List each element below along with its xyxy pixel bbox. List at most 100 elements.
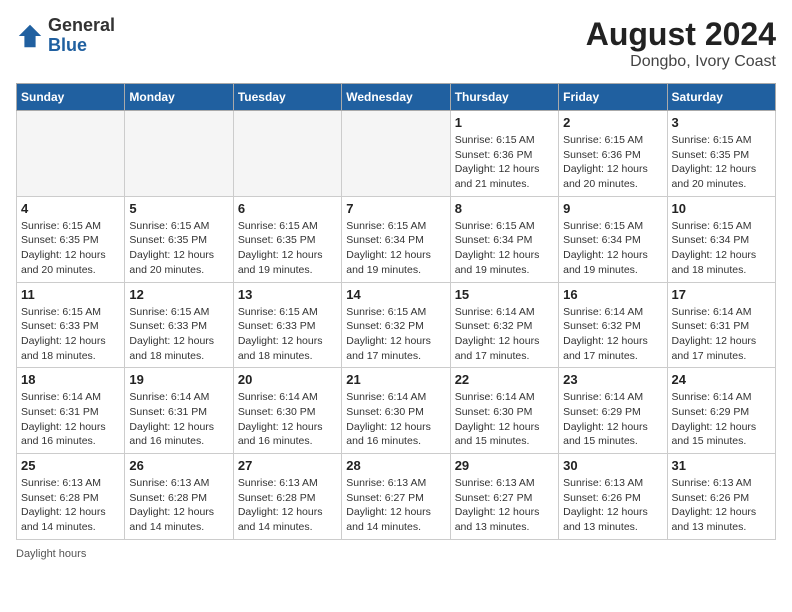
day-number: 31	[672, 458, 771, 473]
day-detail: Sunrise: 6:13 AM Sunset: 6:28 PM Dayligh…	[129, 476, 228, 535]
calendar-day-cell: 2 Sunrise: 6:15 AM Sunset: 6:36 PM Daylig…	[559, 111, 667, 197]
calendar-day-cell: 10 Sunrise: 6:15 AM Sunset: 6:34 PM Dayli…	[667, 196, 775, 282]
calendar-day-cell: 22 Sunrise: 6:14 AM Sunset: 6:30 PM Dayli…	[450, 368, 558, 454]
day-detail: Sunrise: 6:13 AM Sunset: 6:28 PM Dayligh…	[238, 476, 337, 535]
calendar-day-cell: 12 Sunrise: 6:15 AM Sunset: 6:33 PM Dayli…	[125, 282, 233, 368]
calendar-day-cell: 11 Sunrise: 6:15 AM Sunset: 6:33 PM Dayli…	[17, 282, 125, 368]
logo: General Blue	[16, 16, 115, 56]
day-number: 8	[455, 201, 554, 216]
day-detail: Sunrise: 6:13 AM Sunset: 6:26 PM Dayligh…	[672, 476, 771, 535]
day-detail: Sunrise: 6:15 AM Sunset: 6:36 PM Dayligh…	[563, 133, 662, 192]
day-detail: Sunrise: 6:14 AM Sunset: 6:30 PM Dayligh…	[455, 390, 554, 449]
day-detail: Sunrise: 6:14 AM Sunset: 6:31 PM Dayligh…	[21, 390, 120, 449]
day-number: 7	[346, 201, 445, 216]
calendar-day-cell: 9Sunrise: 6:15 AM Sunset: 6:34 PM Daylig…	[559, 196, 667, 282]
calendar-day-cell	[125, 111, 233, 197]
day-number: 15	[455, 287, 554, 302]
day-number: 11	[21, 287, 120, 302]
day-number: 6	[238, 201, 337, 216]
day-number: 14	[346, 287, 445, 302]
day-number: 22	[455, 372, 554, 387]
day-detail: Sunrise: 6:15 AM Sunset: 6:34 PM Dayligh…	[672, 219, 771, 278]
calendar-day-cell: 13Sunrise: 6:15 AM Sunset: 6:33 PM Dayli…	[233, 282, 341, 368]
calendar-week-row: 18 Sunrise: 6:14 AM Sunset: 6:31 PM Dayli…	[17, 368, 776, 454]
day-detail: Sunrise: 6:14 AM Sunset: 6:31 PM Dayligh…	[129, 390, 228, 449]
calendar-day-header: Saturday	[667, 84, 775, 111]
day-detail: Sunrise: 6:15 AM Sunset: 6:34 PM Dayligh…	[455, 219, 554, 278]
day-number: 3	[672, 115, 771, 130]
calendar-day-cell: 27 Sunrise: 6:13 AM Sunset: 6:28 PM Dayli…	[233, 454, 341, 540]
day-detail: Sunrise: 6:13 AM Sunset: 6:27 PM Dayligh…	[455, 476, 554, 535]
day-detail: Sunrise: 6:14 AM Sunset: 6:32 PM Dayligh…	[563, 305, 662, 364]
day-number: 21	[346, 372, 445, 387]
day-detail: Sunrise: 6:14 AM Sunset: 6:32 PM Dayligh…	[455, 305, 554, 364]
day-number: 5	[129, 201, 228, 216]
calendar-day-cell: 17Sunrise: 6:14 AM Sunset: 6:31 PM Dayli…	[667, 282, 775, 368]
calendar-day-header: Thursday	[450, 84, 558, 111]
page-subtitle: Dongbo, Ivory Coast	[586, 53, 776, 71]
calendar-day-cell	[233, 111, 341, 197]
day-number: 30	[563, 458, 662, 473]
calendar-day-cell: 6 Sunrise: 6:15 AM Sunset: 6:35 PM Daylig…	[233, 196, 341, 282]
day-detail: Sunrise: 6:15 AM Sunset: 6:32 PM Dayligh…	[346, 305, 445, 364]
calendar-day-cell: 19 Sunrise: 6:14 AM Sunset: 6:31 PM Dayli…	[125, 368, 233, 454]
day-detail: Sunrise: 6:15 AM Sunset: 6:35 PM Dayligh…	[21, 219, 120, 278]
page-title: August 2024	[586, 16, 776, 53]
day-detail: Sunrise: 6:15 AM Sunset: 6:35 PM Dayligh…	[672, 133, 771, 192]
day-number: 18	[21, 372, 120, 387]
calendar-day-header: Monday	[125, 84, 233, 111]
page-header: General Blue August 2024 Dongbo, Ivory C…	[16, 16, 776, 71]
calendar-day-cell: 25 Sunrise: 6:13 AM Sunset: 6:28 PM Dayli…	[17, 454, 125, 540]
calendar-day-header: Friday	[559, 84, 667, 111]
calendar-day-cell: 31 Sunrise: 6:13 AM Sunset: 6:26 PM Dayli…	[667, 454, 775, 540]
calendar-week-row: 4 Sunrise: 6:15 AM Sunset: 6:35 PM Daylig…	[17, 196, 776, 282]
calendar-week-row: 11 Sunrise: 6:15 AM Sunset: 6:33 PM Dayli…	[17, 282, 776, 368]
calendar-day-cell: 20 Sunrise: 6:14 AM Sunset: 6:30 PM Dayli…	[233, 368, 341, 454]
title-area: August 2024 Dongbo, Ivory Coast	[586, 16, 776, 71]
calendar-day-cell: 15 Sunrise: 6:14 AM Sunset: 6:32 PM Dayli…	[450, 282, 558, 368]
calendar-day-cell: 8 Sunrise: 6:15 AM Sunset: 6:34 PM Daylig…	[450, 196, 558, 282]
logo-text: General Blue	[48, 16, 115, 56]
day-number: 12	[129, 287, 228, 302]
calendar-day-cell: 16Sunrise: 6:14 AM Sunset: 6:32 PM Dayli…	[559, 282, 667, 368]
day-number: 27	[238, 458, 337, 473]
calendar-day-header: Tuesday	[233, 84, 341, 111]
day-number: 2	[563, 115, 662, 130]
day-detail: Sunrise: 6:14 AM Sunset: 6:29 PM Dayligh…	[672, 390, 771, 449]
calendar-day-header: Sunday	[17, 84, 125, 111]
calendar-day-cell: 29 Sunrise: 6:13 AM Sunset: 6:27 PM Dayli…	[450, 454, 558, 540]
day-detail: Sunrise: 6:13 AM Sunset: 6:26 PM Dayligh…	[563, 476, 662, 535]
day-detail: Sunrise: 6:15 AM Sunset: 6:36 PM Dayligh…	[455, 133, 554, 192]
day-detail: Sunrise: 6:14 AM Sunset: 6:30 PM Dayligh…	[238, 390, 337, 449]
day-detail: Sunrise: 6:15 AM Sunset: 6:35 PM Dayligh…	[238, 219, 337, 278]
day-detail: Sunrise: 6:14 AM Sunset: 6:29 PM Dayligh…	[563, 390, 662, 449]
day-number: 28	[346, 458, 445, 473]
day-number: 20	[238, 372, 337, 387]
calendar-week-row: 25 Sunrise: 6:13 AM Sunset: 6:28 PM Dayli…	[17, 454, 776, 540]
day-number: 13	[238, 287, 337, 302]
day-number: 24	[672, 372, 771, 387]
day-number: 29	[455, 458, 554, 473]
day-number: 4	[21, 201, 120, 216]
day-detail: Sunrise: 6:14 AM Sunset: 6:31 PM Dayligh…	[672, 305, 771, 364]
calendar-day-cell: 7Sunrise: 6:15 AM Sunset: 6:34 PM Daylig…	[342, 196, 450, 282]
calendar-day-cell: 18 Sunrise: 6:14 AM Sunset: 6:31 PM Dayli…	[17, 368, 125, 454]
calendar-day-cell: 3 Sunrise: 6:15 AM Sunset: 6:35 PM Daylig…	[667, 111, 775, 197]
day-detail: Sunrise: 6:13 AM Sunset: 6:28 PM Dayligh…	[21, 476, 120, 535]
day-number: 10	[672, 201, 771, 216]
day-detail: Sunrise: 6:15 AM Sunset: 6:34 PM Dayligh…	[563, 219, 662, 278]
calendar-day-header: Wednesday	[342, 84, 450, 111]
day-detail: Sunrise: 6:15 AM Sunset: 6:33 PM Dayligh…	[21, 305, 120, 364]
day-number: 25	[21, 458, 120, 473]
day-number: 26	[129, 458, 228, 473]
day-number: 23	[563, 372, 662, 387]
calendar-day-cell: 14 Sunrise: 6:15 AM Sunset: 6:32 PM Dayli…	[342, 282, 450, 368]
day-detail: Sunrise: 6:15 AM Sunset: 6:33 PM Dayligh…	[129, 305, 228, 364]
calendar-day-cell: 21Sunrise: 6:14 AM Sunset: 6:30 PM Dayli…	[342, 368, 450, 454]
calendar-day-cell: 26 Sunrise: 6:13 AM Sunset: 6:28 PM Dayli…	[125, 454, 233, 540]
day-number: 19	[129, 372, 228, 387]
calendar-day-cell: 5Sunrise: 6:15 AM Sunset: 6:35 PM Daylig…	[125, 196, 233, 282]
day-detail: Sunrise: 6:13 AM Sunset: 6:27 PM Dayligh…	[346, 476, 445, 535]
calendar-day-cell: 24 Sunrise: 6:14 AM Sunset: 6:29 PM Dayli…	[667, 368, 775, 454]
calendar-day-cell: 4 Sunrise: 6:15 AM Sunset: 6:35 PM Daylig…	[17, 196, 125, 282]
